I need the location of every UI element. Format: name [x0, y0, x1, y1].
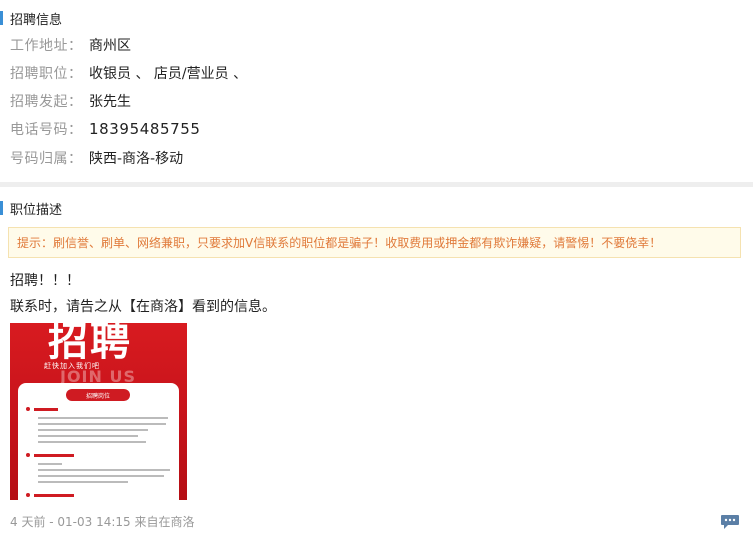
- poster-card: 招聘岗位: [18, 383, 179, 500]
- desc-section-title: 职位描述: [10, 202, 63, 218]
- poster-text-line: [38, 417, 168, 419]
- info-row-phone: 电话号码： 18395485755: [10, 118, 201, 140]
- description-line: 招聘！！！: [10, 273, 80, 289]
- poster-bullet: [26, 493, 30, 497]
- desc-section-header: 职位描述: [0, 198, 62, 218]
- phone-number-link[interactable]: 18395485755: [89, 120, 201, 138]
- poster-text-line: [38, 441, 146, 443]
- info-row-phone-region: 号码归属： 陕西-商洛-移动: [10, 147, 183, 169]
- info-label: 招聘职位：: [10, 66, 83, 82]
- poster-bullet: [26, 407, 30, 411]
- info-label: 招聘发起：: [10, 94, 83, 110]
- info-label: 号码归属：: [10, 151, 83, 167]
- info-row-address: 工作地址： 商州区: [10, 34, 131, 56]
- poster-text-line: [38, 463, 62, 465]
- description-line: 联系时，请告之从【在商洛】看到的信息。: [10, 299, 276, 315]
- section-divider: [0, 182, 753, 187]
- scam-warning-banner: 提示：刷信誉、刷单、网络兼职，只要求加V信联系的职位都是骗子！收取费用或押金都有…: [8, 227, 741, 258]
- section-accent-bar: [0, 11, 3, 25]
- poster-text-line: [38, 481, 128, 483]
- chat-bubble-icon[interactable]: [720, 514, 740, 530]
- recruit-poster-image[interactable]: 招聘 JOIN US 赶快加入我们吧 招聘岗位: [10, 323, 187, 500]
- info-label: 电话号码：: [10, 122, 83, 138]
- recruit-section-title: 招聘信息: [10, 12, 63, 28]
- poster-card-title: 招聘岗位: [66, 389, 130, 401]
- info-label: 工作地址：: [10, 38, 83, 54]
- poster-subline: 赶快加入我们吧: [44, 362, 100, 370]
- recruit-section-header: 招聘信息: [0, 8, 62, 28]
- poster-bullet: [26, 453, 30, 457]
- poster-text-line: [38, 475, 164, 477]
- info-row-position: 招聘职位： 收银员 、 店员/营业员 、: [10, 62, 247, 84]
- poster-text-line: [38, 435, 138, 437]
- poster-heading-line: [34, 454, 74, 457]
- section-accent-bar: [0, 201, 3, 215]
- post-meta: 4 天前 - 01-03 14:15 来自在商洛: [10, 515, 195, 529]
- poster-headline: 招聘: [48, 323, 132, 365]
- poster-heading-line: [34, 408, 58, 411]
- poster-text-line: [38, 469, 170, 471]
- info-value: 商州区: [89, 38, 131, 54]
- info-row-publisher: 招聘发起： 张先生: [10, 90, 131, 112]
- poster-text-line: [38, 423, 166, 425]
- info-value: 陕西-商洛-移动: [89, 151, 184, 167]
- poster-text-line: [38, 429, 148, 431]
- warning-text: 提示：刷信誉、刷单、网络兼职，只要求加V信联系的职位都是骗子！收取费用或押金都有…: [17, 236, 662, 250]
- info-value: 张先生: [89, 94, 131, 110]
- info-value: 收银员 、 店员/营业员 、: [89, 66, 248, 82]
- poster-heading-line: [34, 494, 74, 497]
